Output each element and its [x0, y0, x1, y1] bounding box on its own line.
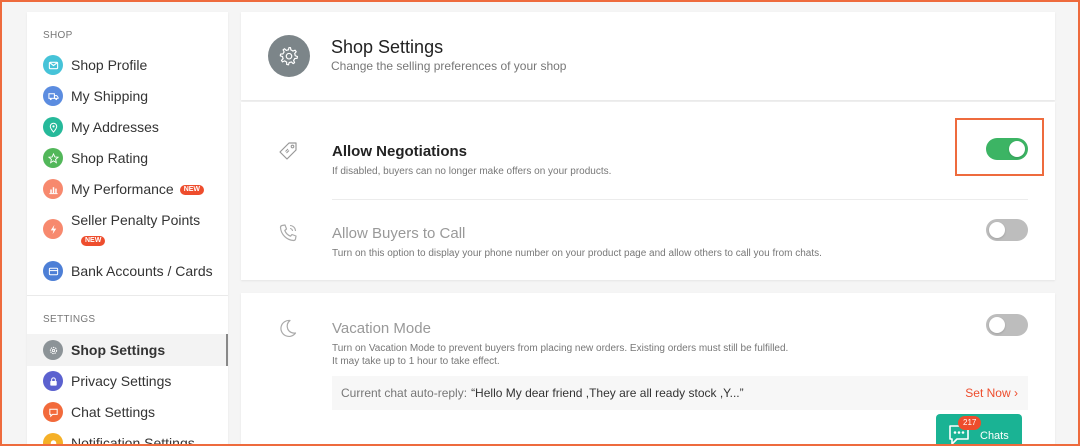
new-badge: NEW [179, 185, 205, 195]
sidebar-item-label: Seller Penalty Points [71, 212, 201, 228]
chats-label: Chats [980, 430, 1009, 442]
chevron-right-icon: › [1014, 386, 1018, 400]
sidebar-divider [27, 295, 228, 296]
bell-icon [43, 433, 63, 446]
sidebar-item-label: My Shipping [71, 88, 149, 104]
sidebar-item-label: Notification Settings [71, 435, 195, 446]
card-icon [43, 261, 63, 281]
toggle-knob [1009, 141, 1025, 157]
page-subtitle: Change the selling preferences of your s… [331, 59, 567, 73]
sidebar-item-notification-settings[interactable]: Notification Settings [27, 433, 228, 446]
toggle-knob [989, 317, 1005, 333]
phone-icon [277, 222, 299, 244]
auto-reply-label: Current chat auto-reply: [341, 386, 468, 400]
toggle-knob [989, 222, 1005, 238]
page-header: Shop Settings Change the selling prefere… [241, 12, 1055, 100]
set-now-label: Set Now [965, 386, 1011, 400]
price-tag-icon [277, 140, 299, 162]
sidebar-item-label: My Performance [71, 181, 174, 197]
sidebar-item-seller-penalty-points[interactable]: Seller Penalty Points NEW [27, 210, 228, 250]
auto-reply-box: Current chat auto-reply: “Hello My dear … [332, 376, 1028, 410]
sidebar-item-chat-settings[interactable]: Chat Settings [27, 402, 228, 422]
gear-icon [268, 35, 310, 77]
lightning-icon [43, 219, 63, 239]
sidebar-item-shop-rating[interactable]: Shop Rating [27, 148, 228, 168]
row-divider [332, 199, 1028, 200]
moon-icon [277, 317, 299, 339]
sidebar-section-settings: SETTINGS [43, 314, 96, 325]
profile-icon [43, 55, 63, 75]
sidebar-item-my-shipping[interactable]: My Shipping [27, 86, 228, 106]
sidebar-item-label: Chat Settings [71, 404, 156, 420]
chats-count-badge: 217 [958, 416, 982, 430]
allow-negotiations-toggle[interactable] [986, 138, 1028, 160]
vacation-mode-title: Vacation Mode [332, 320, 431, 337]
sidebar-item-my-addresses[interactable]: My Addresses [27, 117, 228, 137]
allow-negotiations-title: Allow Negotiations [332, 143, 467, 160]
sidebar-item-label-wrap: My Performance NEW [71, 179, 205, 199]
sidebar-item-bank-accounts[interactable]: Bank Accounts / Cards [27, 261, 228, 281]
chart-icon [43, 179, 63, 199]
gear-icon [43, 340, 63, 360]
allow-negotiations-description: If disabled, buyers can no longer make o… [332, 166, 612, 177]
chats-button[interactable]: 217 Chats [936, 414, 1022, 446]
vacation-mode-section: Vacation Mode Turn on Vacation Mode to p… [241, 293, 1055, 446]
allow-buyers-call-toggle[interactable] [986, 219, 1028, 241]
sidebar-item-my-performance[interactable]: My Performance NEW [27, 179, 228, 199]
sidebar-item-label: Shop Profile [71, 57, 148, 73]
sidebar-item-label: My Addresses [71, 119, 159, 135]
sidebar-item-label-wrap: Seller Penalty Points NEW [71, 210, 200, 250]
star-icon [43, 148, 63, 168]
new-badge: NEW [81, 236, 106, 246]
sidebar-item-label: Shop Rating [71, 150, 149, 166]
sidebar-item-label: Bank Accounts / Cards [71, 263, 213, 279]
vacation-mode-description-1: Turn on Vacation Mode to prevent buyers … [332, 343, 789, 354]
location-icon [43, 117, 63, 137]
sidebar-item-shop-profile[interactable]: Shop Profile [27, 55, 228, 75]
allow-buyers-call-title: Allow Buyers to Call [332, 225, 466, 242]
page-title: Shop Settings [331, 37, 444, 57]
sidebar-item-label: Shop Settings [71, 342, 166, 358]
vacation-mode-description-2: It may take up to 1 hour to take effect. [332, 356, 500, 367]
sidebar-section-shop: SHOP [43, 30, 73, 41]
chat-icon [43, 402, 63, 422]
sidebar-item-label: Privacy Settings [71, 373, 172, 389]
sidebar-item-shop-settings[interactable]: Shop Settings [27, 334, 228, 366]
vacation-mode-toggle[interactable] [986, 314, 1028, 336]
allow-buyers-call-description: Turn on this option to display your phon… [332, 248, 822, 259]
lock-icon [43, 371, 63, 391]
set-now-link[interactable]: Set Now › [965, 386, 1018, 400]
auto-reply-value: “Hello My dear friend ,They are all read… [471, 386, 744, 400]
sidebar: SHOP Shop Profile My Shipping My Address… [27, 12, 228, 446]
truck-icon [43, 86, 63, 106]
settings-list: Allow Negotiations If disabled, buyers c… [241, 102, 1055, 280]
sidebar-item-privacy-settings[interactable]: Privacy Settings [27, 371, 228, 391]
